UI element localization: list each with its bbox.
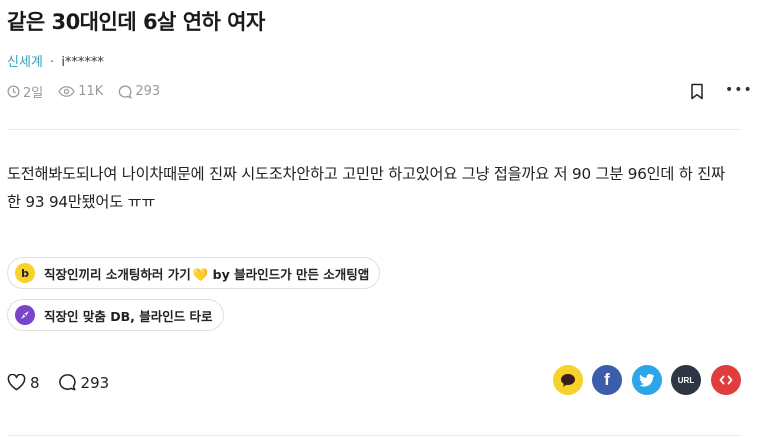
post-byline: 신세계 · i****** [7,51,104,70]
clock-icon [7,85,20,98]
share-kakao-button[interactable] [553,365,583,395]
post-comments-value: 293 [135,84,161,99]
like-button[interactable]: 8 [7,374,40,392]
blind-date-app-icon: b [15,263,35,283]
post-title: 같은 30대인데 6살 연하 여자 [7,10,265,34]
bookmark-icon [691,83,703,100]
share-embed-button[interactable] [711,365,741,395]
heart-outline-icon [7,374,26,391]
heart-icon: 💛 [192,266,209,282]
facebook-icon: f [604,370,610,389]
like-count: 8 [30,373,40,392]
embed-code-icon [719,375,733,385]
byline-separator: · [50,55,55,70]
post-views: 11K [58,84,103,99]
header-divider [7,129,741,130]
promo-label: 직장인끼리 소개팅하러 가기 💛 by 블라인드가 만든 소개팅앱 [44,266,370,282]
eye-icon [58,86,75,97]
twitter-icon [639,373,655,387]
more-dots-icon: ••• [725,82,753,98]
comment-outline-icon [58,374,76,391]
comment-button[interactable]: 293 [58,373,110,392]
channel-link[interactable]: 신세계 [7,55,43,70]
comment-count: 293 [80,373,110,392]
post-time-value: 2일 [23,86,44,101]
post-time: 2일 [7,82,43,101]
promo-blind-date[interactable]: b 직장인끼리 소개팅하러 가기 💛 by 블라인드가 만든 소개팅앱 [7,257,381,289]
kakao-talk-icon [561,373,575,387]
footer-divider [7,435,741,436]
tarot-compass-icon [15,305,35,325]
more-options-button[interactable]: ••• [725,82,753,98]
url-icon: URL [677,375,695,385]
post-comments: 293 [118,84,160,99]
share-twitter-button[interactable] [632,365,662,395]
promo-label: 직장인 맞춤 DB, 블라인드 타로 [44,308,213,324]
post-meta: 2일 11K 293 [7,82,175,101]
post-views-value: 11K [78,84,104,99]
comment-icon [119,85,133,99]
author-name: i****** [61,55,104,70]
post-body: 도전해봐도되나여 나이차때문에 진짜 시도조차안하고 고민만 하고있어요 그냥 … [7,165,725,211]
promo-tarot[interactable]: 직장인 맞춤 DB, 블라인드 타로 [7,299,224,331]
share-facebook-button[interactable]: f [592,365,622,395]
bookmark-button[interactable] [690,83,704,104]
share-url-button[interactable]: URL [671,365,701,395]
post-actions: 8 293 [7,373,127,392]
